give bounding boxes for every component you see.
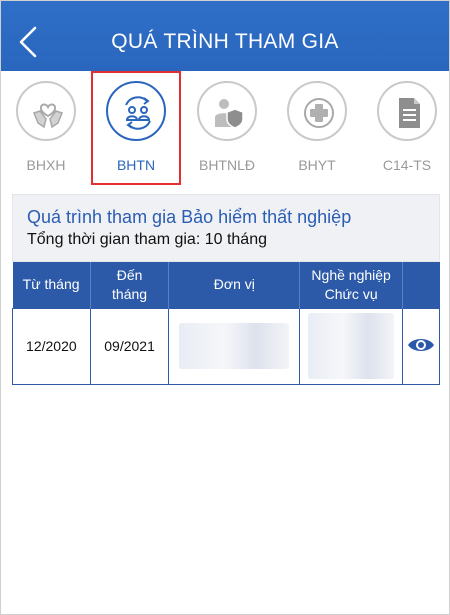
tab-label: C14-TS: [382, 157, 432, 173]
worker-shield-icon: [215, 99, 244, 129]
total-duration: Tổng thời gian tham gia: 10 tháng: [27, 231, 267, 248]
table-row: 12/2020 09/2021: [12, 307, 440, 385]
cell-from-month: 12/2020: [12, 307, 91, 385]
cell-unit-redacted: [168, 307, 301, 385]
cell-to-month: 09/2021: [89, 307, 170, 385]
tab-c14-ts[interactable]: C14-TS: [367, 81, 447, 181]
page-title: QUÁ TRÌNH THAM GIA: [111, 30, 339, 53]
col-action: [402, 262, 440, 308]
insurance-type-tabs: BHXH BHTN BHTNLĐ BHYT C14-TS: [1, 71, 449, 191]
card-title: Quá trình tham gia Bảo hiểm thất nghiệp: [27, 207, 352, 227]
people-exchange-icon: [125, 96, 151, 130]
tab-label: BHTNLĐ: [198, 157, 255, 173]
document-icon: [399, 98, 420, 128]
app-header: QUÁ TRÌNH THAM GIA: [1, 1, 449, 71]
tab-label: BHYT: [298, 157, 336, 173]
cell-view: [402, 307, 440, 385]
tab-bhtn[interactable]: BHTN: [96, 81, 176, 181]
redacted-unit: [179, 323, 290, 369]
tab-bhyt[interactable]: BHYT: [277, 81, 357, 181]
hands-heart-icon: [33, 103, 63, 129]
eye-icon[interactable]: [407, 335, 435, 355]
summary-card: Quá trình tham gia Bảo hiểm thất nghiệp …: [12, 194, 440, 262]
participation-table: Từ tháng Đến tháng Đơn vị Nghề nghiệp Chức…: [12, 262, 440, 385]
col-from-month: Từ tháng: [12, 262, 91, 308]
medical-cross-icon: [304, 98, 334, 128]
cell-job-redacted: [299, 307, 404, 385]
col-job: Nghề nghiệp Chức vụ: [299, 262, 404, 308]
col-unit: Đơn vị: [168, 262, 301, 308]
tab-label: BHXH: [26, 157, 66, 173]
tab-bhtnld[interactable]: BHTNLĐ: [187, 81, 267, 181]
col-to-month: Đến tháng: [90, 262, 170, 308]
redacted-job: [308, 313, 395, 379]
tab-bhxh[interactable]: BHXH: [6, 81, 86, 181]
tab-label: BHTN: [116, 157, 156, 173]
table-header-row: Từ tháng Đến tháng Đơn vị Nghề nghiệp Chức…: [12, 262, 440, 308]
